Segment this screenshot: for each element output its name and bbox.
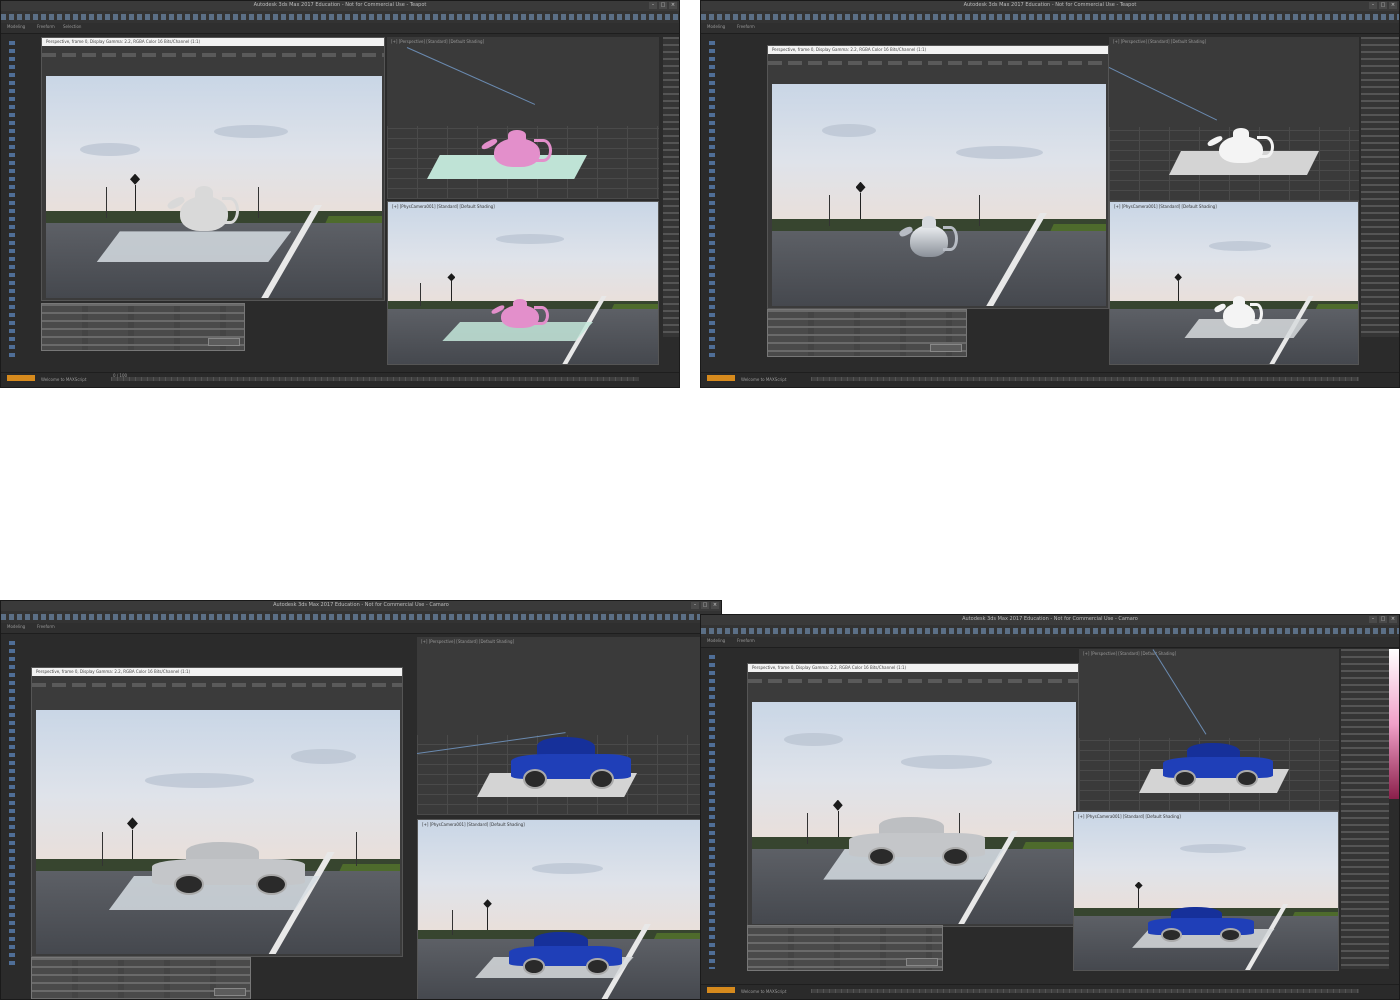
render-button[interactable] <box>906 958 938 966</box>
left-toolbar[interactable] <box>9 641 15 969</box>
rendered-image <box>752 702 1076 924</box>
camera-viewport[interactable]: [+] [PhysCamera001] [Standard] [Default … <box>1109 201 1359 365</box>
frame-window-controls[interactable] <box>42 46 384 68</box>
teapot-viewport[interactable] <box>1206 125 1275 163</box>
render-button[interactable] <box>214 988 246 996</box>
close-button[interactable]: × <box>1389 2 1397 9</box>
ribbon: Modeling Freeform <box>701 637 1399 648</box>
window-title: Autodesk 3ds Max 2017 Education - Not fo… <box>962 616 1138 622</box>
tab-modeling[interactable]: Modeling <box>707 638 725 643</box>
render-settings-panel[interactable] <box>767 309 967 357</box>
viewport-label[interactable]: [+] [Perspective] [Standard] [Default Sh… <box>1083 651 1176 656</box>
command-panel[interactable] <box>1341 649 1389 969</box>
minimize-button[interactable]: – <box>1369 2 1377 9</box>
maximize-button[interactable]: □ <box>659 2 667 9</box>
status-text: Welcome to MAXScript <box>41 377 87 382</box>
ribbon: Modeling Freeform <box>1 623 721 634</box>
perspective-viewport[interactable]: [+] [Perspective] [Standard] [Default Sh… <box>387 37 659 199</box>
tab-selection[interactable]: Selection <box>63 24 81 29</box>
render-settings-panel[interactable] <box>41 303 245 351</box>
color-picker-strip[interactable] <box>1389 649 1399 799</box>
command-panel[interactable] <box>663 37 679 337</box>
perspective-viewport[interactable]: [+] [Perspective] [Standard] [Default Sh… <box>1079 649 1339 811</box>
camera-viewport[interactable]: [+] [PhysCamera001] [Standard] [Default … <box>387 201 659 365</box>
perspective-viewport[interactable]: [+] [Perspective] [Standard] [Default Sh… <box>417 637 703 815</box>
frame-window-controls[interactable] <box>748 672 1078 694</box>
rendered-image <box>46 76 382 298</box>
viewport-label[interactable]: [+] [Perspective] [Standard] [Default Sh… <box>1113 39 1206 44</box>
close-button[interactable]: × <box>711 602 719 609</box>
window-title: Autodesk 3ds Max 2017 Education - Not fo… <box>963 2 1137 8</box>
render-button[interactable] <box>930 344 962 352</box>
rendered-frame-window: Perspective, frame 0, Display Gamma: 2.2… <box>747 663 1079 927</box>
frame-window-controls[interactable] <box>32 676 402 698</box>
car-viewport[interactable] <box>1163 739 1273 787</box>
tab-freeform[interactable]: Freeform <box>37 624 55 629</box>
tab-freeform[interactable]: Freeform <box>37 24 55 29</box>
camera-viewport-label[interactable]: [+] [PhysCamera001] [Standard] [Default … <box>392 204 495 209</box>
status-bar: Welcome to MAXScript 0 / 100 <box>1 372 679 387</box>
rendered-image <box>772 84 1106 306</box>
command-panel[interactable] <box>1361 37 1399 337</box>
car-viewport[interactable] <box>511 733 631 789</box>
tab-modeling[interactable]: Modeling <box>7 624 25 629</box>
maximize-button[interactable]: □ <box>1379 2 1387 9</box>
status-text: Welcome to MAXScript <box>741 377 787 382</box>
screenshot-4: Autodesk 3ds Max 2017 Education - Not fo… <box>700 614 1400 1000</box>
render-button[interactable] <box>208 338 240 346</box>
maximize-button[interactable]: □ <box>1379 616 1387 623</box>
status-text: Welcome to MAXScript <box>741 989 787 994</box>
minimize-button[interactable]: – <box>649 2 657 9</box>
ribbon: Modeling Freeform <box>701 23 1399 34</box>
tab-freeform[interactable]: Freeform <box>737 24 755 29</box>
screenshot-2: Autodesk 3ds Max 2017 Education - Not fo… <box>700 0 1400 388</box>
camera-viewport-label[interactable]: [+] [PhysCamera001] [Standard] [Default … <box>1114 204 1217 209</box>
rendered-frame-window: Perspective, frame 0, Display Gamma: 2.2… <box>41 37 385 301</box>
rendered-frame-window: Perspective, frame 0, Display Gamma: 2.2… <box>31 667 403 957</box>
render-settings-panel[interactable] <box>747 925 943 971</box>
camera-viewport[interactable]: [+] [PhysCamera001] [Standard] [Default … <box>1073 811 1339 971</box>
rendered-frame-window: Perspective, frame 0, Display Gamma: 2.2… <box>767 45 1109 309</box>
close-button[interactable]: × <box>669 2 677 9</box>
teapot-render <box>898 213 959 258</box>
viewport-label[interactable]: [+] [Perspective] [Standard] [Default Sh… <box>391 39 484 44</box>
render-settings-panel[interactable] <box>31 957 251 999</box>
maximize-button[interactable]: □ <box>701 602 709 609</box>
timeline[interactable] <box>811 989 1359 993</box>
ribbon: Modeling Freeform Selection <box>1 23 679 34</box>
left-toolbar[interactable] <box>709 655 715 969</box>
teapot-render <box>166 183 241 232</box>
maxscript-listener[interactable] <box>707 987 735 993</box>
timeline-label: 0 / 100 <box>113 373 128 378</box>
window-title: Autodesk 3ds Max 2017 Education - Not fo… <box>273 602 449 608</box>
screenshot-3: Autodesk 3ds Max 2017 Education - Not fo… <box>0 600 722 1000</box>
tab-modeling[interactable]: Modeling <box>7 24 25 29</box>
perspective-viewport[interactable]: [+] [Perspective] [Standard] [Default Sh… <box>1109 37 1359 201</box>
ground-plane <box>96 231 292 263</box>
frame-window-controls[interactable] <box>768 54 1108 76</box>
maxscript-listener[interactable] <box>7 375 35 381</box>
timeline[interactable] <box>811 377 1359 381</box>
status-bar: Welcome to MAXScript <box>701 372 1399 387</box>
rendered-image <box>36 710 400 954</box>
car-render <box>849 813 986 867</box>
camera-viewport-label[interactable]: [+] [PhysCamera001] [Standard] [Default … <box>1078 814 1181 819</box>
car-render <box>152 837 306 896</box>
tab-freeform[interactable]: Freeform <box>737 638 755 643</box>
screenshot-1: Autodesk 3ds Max 2017 Education - Not fo… <box>0 0 680 388</box>
tab-modeling[interactable]: Modeling <box>707 24 725 29</box>
viewport-label[interactable]: [+] [Perspective] [Standard] [Default Sh… <box>421 639 514 644</box>
maxscript-listener[interactable] <box>707 375 735 381</box>
close-button[interactable]: × <box>1389 616 1397 623</box>
teapot-viewport[interactable] <box>480 127 553 167</box>
left-toolbar[interactable] <box>709 41 715 357</box>
left-toolbar[interactable] <box>9 41 15 357</box>
minimize-button[interactable]: – <box>691 602 699 609</box>
timeline[interactable] <box>111 377 639 381</box>
status-bar: Welcome to MAXScript <box>701 984 1399 999</box>
camera-viewport[interactable]: [+] [PhysCamera001] [Standard] [Default … <box>417 819 703 999</box>
camera-viewport-label[interactable]: [+] [PhysCamera001] [Standard] [Default … <box>422 822 525 827</box>
minimize-button[interactable]: – <box>1369 616 1377 623</box>
window-title: Autodesk 3ds Max 2017 Education - Not fo… <box>253 2 427 8</box>
